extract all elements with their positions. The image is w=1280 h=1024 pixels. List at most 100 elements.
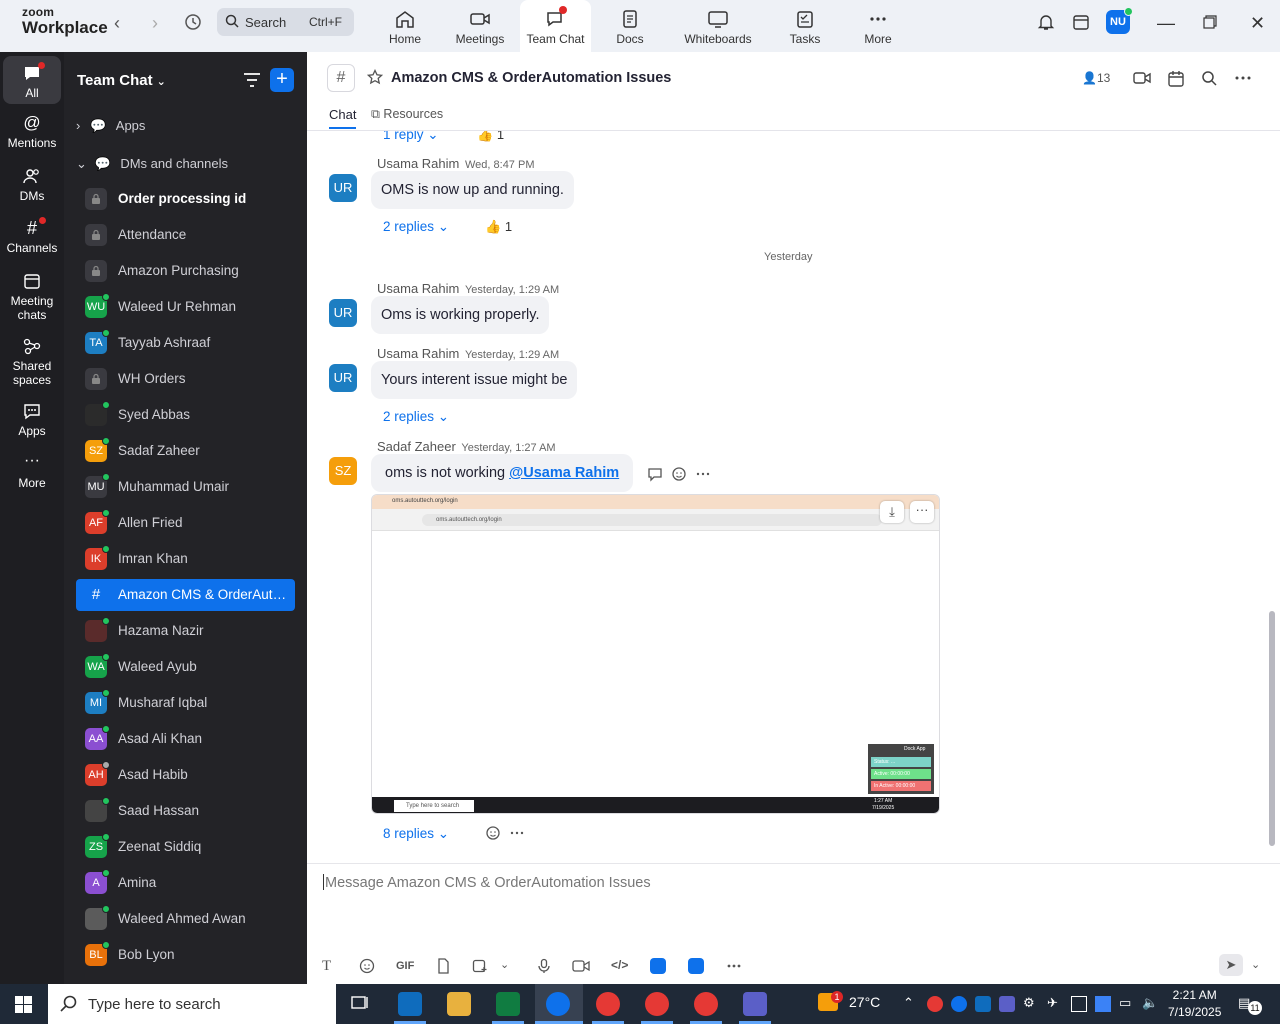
tab-team-chat[interactable]: Team Chat <box>520 0 591 52</box>
reaction-thumbs-up[interactable]: 👍 1 <box>477 131 504 143</box>
file-explorer-icon[interactable] <box>447 992 471 1016</box>
replies-link[interactable]: 1 reply ⌄ <box>383 131 439 143</box>
message-scrollbar[interactable] <box>1267 131 1280 863</box>
sidebar-item[interactable]: AA Asad Ali Khan <box>76 723 295 755</box>
rail-more[interactable]: ··· More <box>3 453 61 491</box>
emoji-icon[interactable] <box>359 958 375 974</box>
sidebar-item[interactable]: TA Tayyab Ashraaf <box>76 327 295 359</box>
minimize-icon[interactable]: — <box>1157 13 1175 34</box>
wifi-icon[interactable]: ▭ <box>1119 995 1131 1011</box>
sidebar-item[interactable]: AH Asad Habib <box>76 759 295 791</box>
more-options-icon[interactable] <box>695 466 711 482</box>
tab-docs[interactable]: Docs <box>605 0 655 52</box>
calendar-app-icon[interactable] <box>1072 13 1090 36</box>
app-icon-2[interactable] <box>688 958 704 974</box>
format-text-icon[interactable]: T <box>322 958 331 975</box>
rail-all[interactable]: All <box>3 56 61 104</box>
history-icon[interactable] <box>184 13 202 36</box>
more-options-icon[interactable] <box>509 825 525 841</box>
search-input[interactable]: Search Ctrl+F <box>217 8 354 36</box>
sidebar-item[interactable]: WU Waleed Ur Rehman <box>76 291 295 323</box>
sidebar-item[interactable]: MI Musharaf Iqbal <box>76 687 295 719</box>
zoom-tray-icon[interactable] <box>951 996 967 1012</box>
video-message-icon[interactable] <box>572 958 590 974</box>
sidebar-item[interactable]: IK Imran Khan <box>76 543 295 575</box>
restore-icon[interactable] <box>1203 13 1217 34</box>
microphone-icon[interactable] <box>536 958 552 974</box>
chrome-icon[interactable] <box>596 992 620 1016</box>
sidebar-item[interactable]: Saad Hassan <box>76 795 295 827</box>
rail-shared-spaces[interactable]: Shared spaces <box>3 337 61 387</box>
replies-link[interactable]: 2 replies ⌄ <box>383 219 449 235</box>
sidebar-item[interactable]: Attendance <box>76 219 295 251</box>
sidebar-item[interactable]: Waleed Ahmed Awan <box>76 903 295 935</box>
sidebar-item[interactable]: ZS Zeenat Siddiq <box>76 831 295 863</box>
chrome-icon[interactable] <box>645 992 669 1016</box>
task-view-icon[interactable] <box>349 992 373 1016</box>
apps-section[interactable]: › 💬 Apps <box>76 118 145 134</box>
mention-link[interactable]: @Usama Rahim <box>509 465 619 481</box>
rail-dms[interactable]: DMs <box>3 167 61 203</box>
image-attachment[interactable]: oms.autouttech.org/login oms.autouttech.… <box>371 494 940 814</box>
sidebar-item[interactable]: WA Waleed Ayub <box>76 651 295 683</box>
tab-resources[interactable]: ⧉ Resources <box>371 107 443 122</box>
members-button[interactable]: 👤13 <box>1082 71 1110 85</box>
sidebar-item[interactable]: A Amina <box>76 867 295 899</box>
reaction-thumbs-up[interactable]: 👍 1 <box>485 219 512 235</box>
sidebar-item[interactable]: Order processing id <box>76 183 295 215</box>
calendar-icon[interactable] <box>1167 70 1185 88</box>
sidebar-item[interactable]: Syed Abbas <box>76 399 295 431</box>
user-avatar[interactable]: NU <box>1106 7 1133 34</box>
channel-hash-icon[interactable]: # <box>327 64 355 92</box>
sidebar-item[interactable]: WH Orders <box>76 363 295 395</box>
file-icon[interactable] <box>435 958 451 974</box>
code-snippet-icon[interactable]: </> <box>611 958 628 972</box>
sidebar-item[interactable]: SZ Sadaf Zaheer <box>76 435 295 467</box>
chrome-icon[interactable] <box>694 992 718 1016</box>
sidebar-item[interactable]: BL Bob Lyon <box>76 939 295 971</box>
avatar[interactable]: UR <box>329 299 357 327</box>
tab-meetings[interactable]: Meetings <box>448 0 512 52</box>
message-input[interactable]: Message Amazon CMS & OrderAutomation Iss… <box>323 874 651 891</box>
tab-chat[interactable]: Chat <box>329 107 357 129</box>
sidebar-item[interactable]: Amazon Purchasing <box>76 255 295 287</box>
video-call-icon[interactable] <box>1133 70 1151 86</box>
message-composer[interactable]: Message Amazon CMS & OrderAutomation Iss… <box>307 863 1280 984</box>
taskbar-search-box[interactable]: Type here to search <box>48 984 336 1024</box>
chevron-down-icon[interactable]: ⌄ <box>1251 958 1260 971</box>
rail-meeting-chats[interactable]: Meeting chats <box>3 272 61 322</box>
forward-arrow-icon[interactable]: › <box>152 13 158 34</box>
close-icon[interactable]: ✕ <box>1250 13 1265 34</box>
tab-tasks[interactable]: Tasks <box>785 0 825 52</box>
outlook-tray-icon[interactable] <box>975 996 991 1012</box>
avatar[interactable]: UR <box>329 174 357 202</box>
emoji-icon[interactable] <box>485 825 501 841</box>
download-icon[interactable]: ⤓ <box>880 501 904 523</box>
windows-start-icon[interactable] <box>15 996 32 1013</box>
chevron-down-icon[interactable]: ⌄ <box>500 958 509 971</box>
rail-mentions[interactable]: @ Mentions <box>3 114 61 151</box>
settings-tray-icon[interactable]: ⚙ <box>1023 995 1035 1011</box>
tab-more[interactable]: More <box>858 0 898 52</box>
sidebar-item[interactable]: AF Allen Fried <box>76 507 295 539</box>
sidebar-item[interactable]: MU Muhammad Umair <box>76 471 295 503</box>
app-tray-icon[interactable] <box>1071 996 1087 1012</box>
filter-icon[interactable] <box>243 72 261 88</box>
sidebar-title[interactable]: Team Chat ⌄ <box>77 72 166 89</box>
notification-center-icon[interactable]: ▤ 11 <box>1238 995 1262 1015</box>
add-button[interactable]: + <box>270 68 294 92</box>
rail-apps[interactable]: Apps <box>3 402 61 438</box>
network-tray-icon[interactable]: ✈ <box>1047 995 1058 1011</box>
send-icon[interactable]: ➤ <box>1219 954 1243 976</box>
rail-channels[interactable]: # Channels <box>3 217 61 255</box>
tab-home[interactable]: Home <box>380 0 430 52</box>
volume-icon[interactable]: 🔈 <box>1142 995 1158 1011</box>
replies-link[interactable]: 2 replies ⌄ <box>383 409 449 425</box>
replies-link[interactable]: 8 replies ⌄ <box>383 826 449 842</box>
weather-icon[interactable]: 1 <box>818 991 843 1011</box>
chevron-up-icon[interactable]: ⌃ <box>903 995 914 1011</box>
search-icon[interactable] <box>1201 70 1217 86</box>
teams-tray-icon[interactable] <box>999 996 1015 1012</box>
sidebar-item[interactable]: # Amazon CMS & OrderAuto... <box>76 579 295 611</box>
gif-button[interactable]: GIF <box>396 960 414 972</box>
